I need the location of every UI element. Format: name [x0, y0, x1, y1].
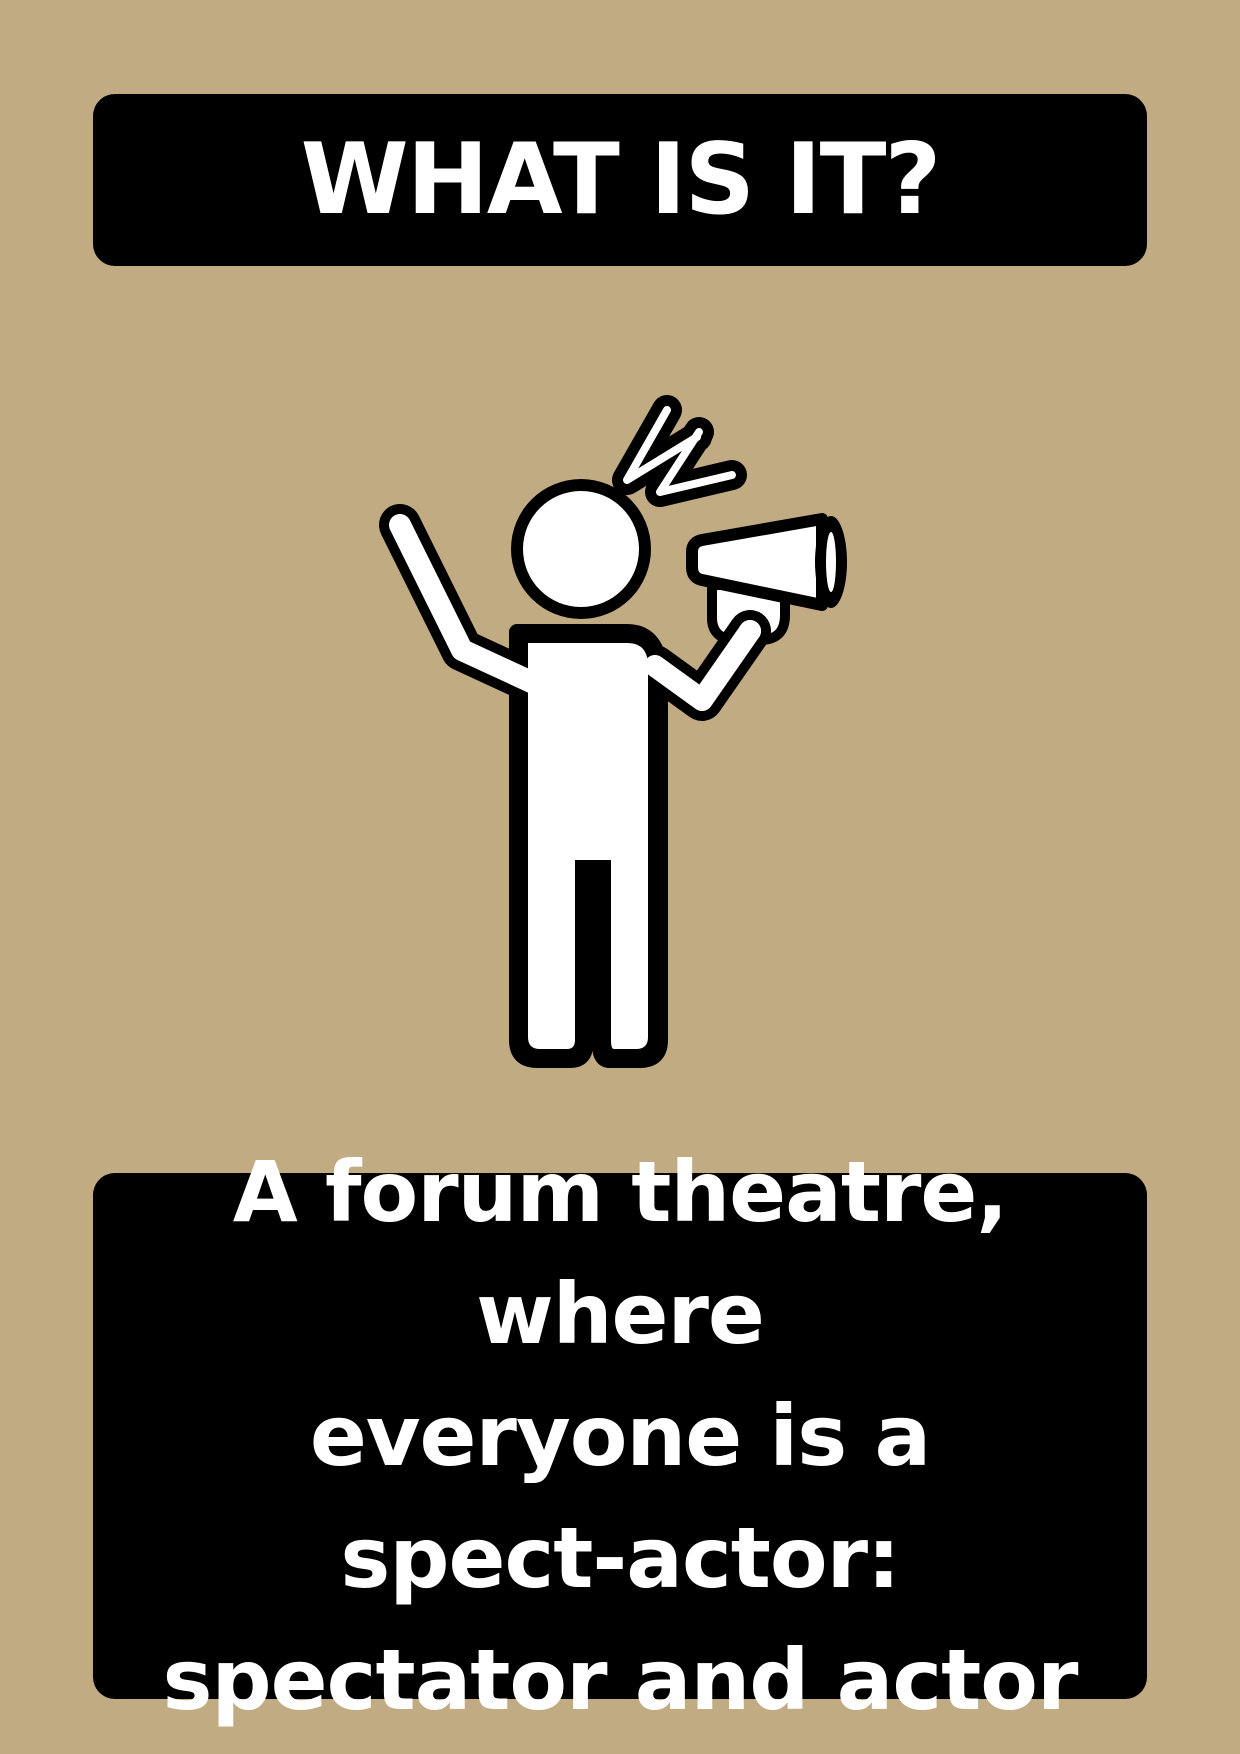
title-banner: WHAT IS IT?: [93, 94, 1147, 266]
description-text: A forum theatre, where everyone is a spe…: [123, 1131, 1117, 1741]
description-line-1: A forum theatre, where: [232, 1143, 1009, 1363]
person-with-megaphone-icon: [379, 395, 847, 1068]
description-line-2: everyone is a: [309, 1387, 931, 1485]
description-line-4: spectator and actor: [162, 1631, 1079, 1729]
shout-lines-icon: [612, 395, 747, 507]
description-line-3: spect-actor:: [340, 1509, 900, 1607]
description-banner: A forum theatre, where everyone is a spe…: [93, 1143, 1147, 1729]
page-title: WHAT IS IT?: [300, 123, 942, 237]
megaphone-icon: [686, 513, 847, 645]
